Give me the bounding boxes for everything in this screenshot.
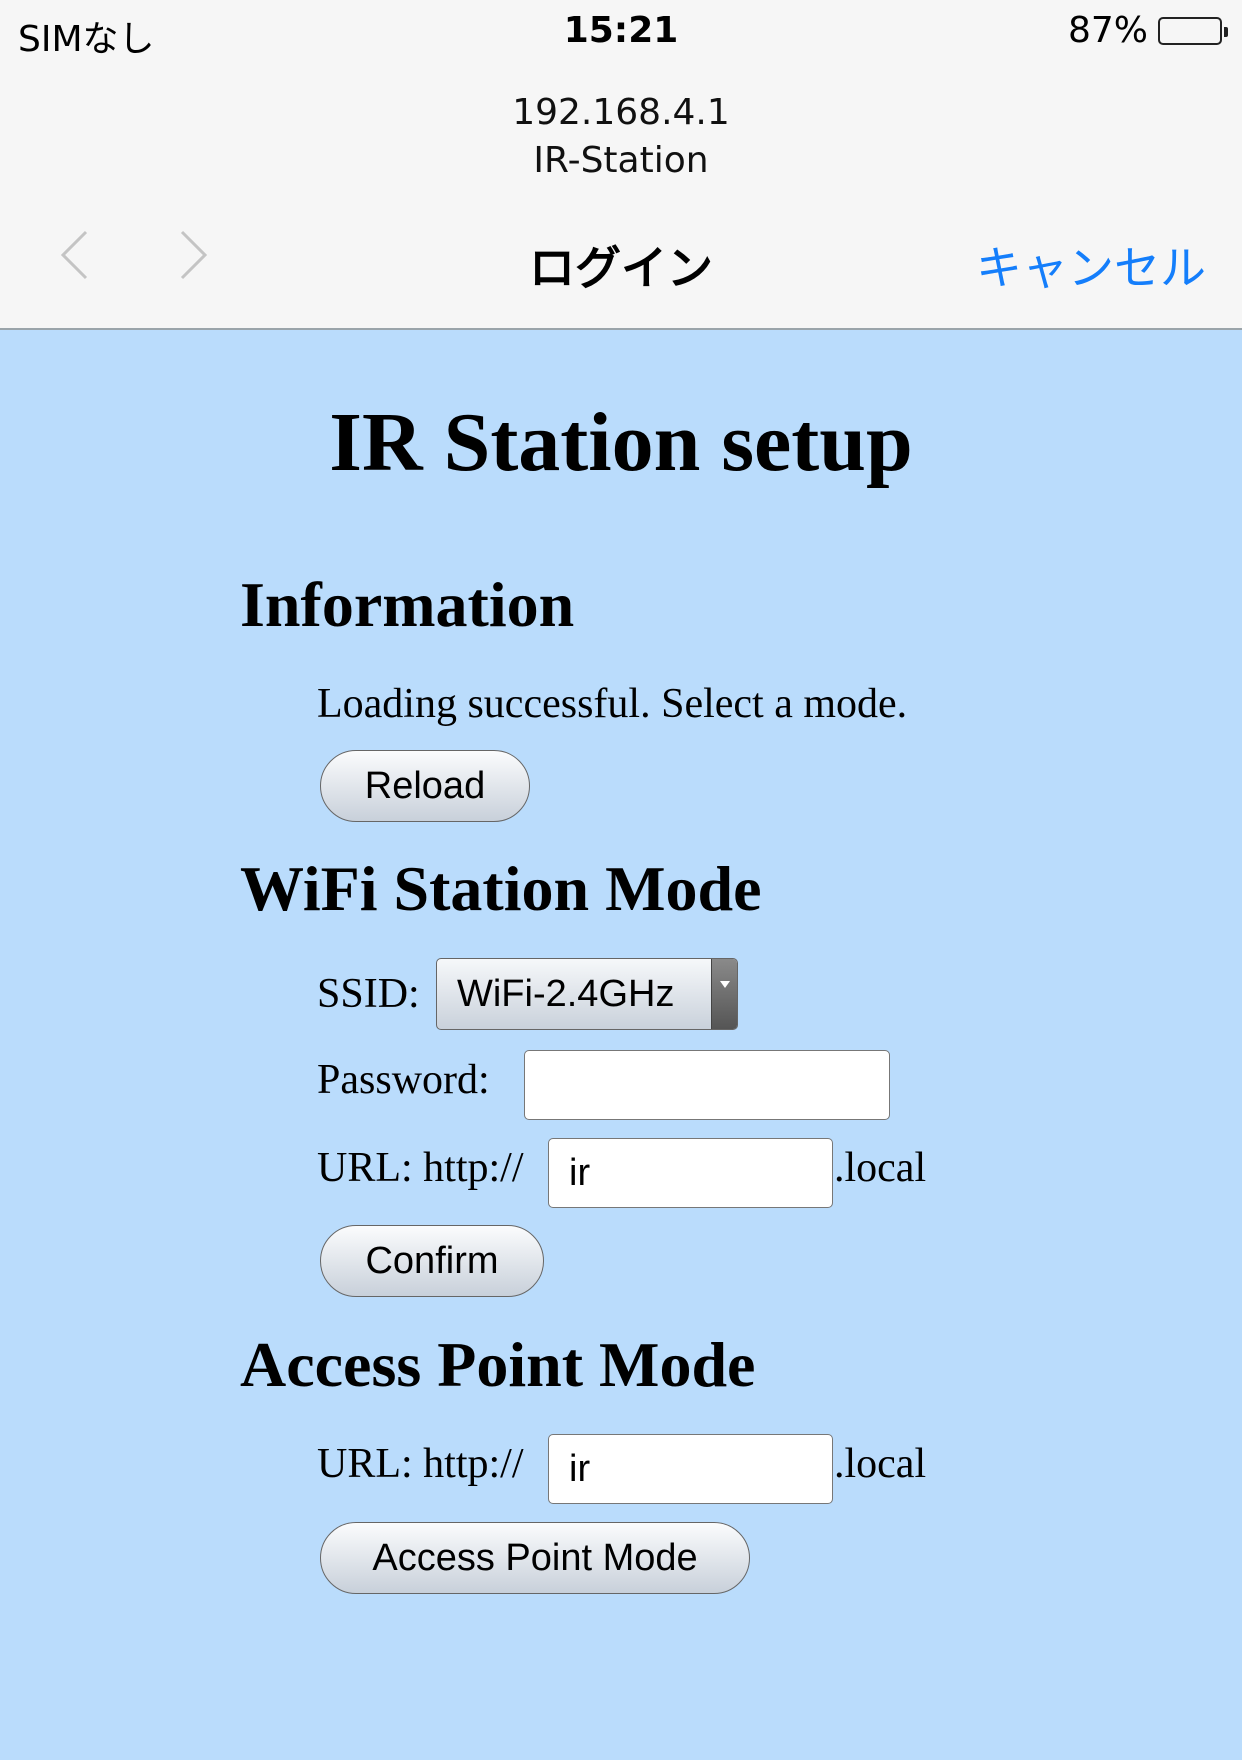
- station-url-prefix: URL: http://: [317, 1145, 524, 1191]
- ssid-selected-value: WiFi-2.4GHz: [457, 972, 675, 1015]
- reload-button[interactable]: Reload: [320, 750, 530, 822]
- password-input[interactable]: [524, 1050, 890, 1120]
- page-title: IR Station setup: [329, 396, 913, 489]
- ssid-label: SSID:: [317, 971, 420, 1017]
- password-label: Password:: [317, 1057, 490, 1103]
- cancel-button[interactable]: キャンセル: [976, 232, 1206, 298]
- information-heading: Information: [240, 569, 575, 640]
- access-point-heading: Access Point Mode: [240, 1329, 756, 1400]
- station-url-suffix: .local: [834, 1145, 927, 1191]
- battery-percent: 87%: [1067, 10, 1148, 51]
- battery-icon: [1158, 16, 1228, 45]
- confirm-button[interactable]: Confirm: [320, 1225, 544, 1297]
- wifi-station-heading: WiFi Station Mode: [240, 853, 762, 924]
- station-url-input[interactable]: ir: [548, 1138, 833, 1208]
- dropdown-arrow-icon: [711, 959, 737, 1029]
- browser-header: SIMなし 15:21 87% 192.168.4.1 IR-Station ロ…: [0, 0, 1242, 330]
- access-point-mode-button[interactable]: Access Point Mode: [320, 1522, 750, 1594]
- clock: 15:21: [563, 10, 679, 51]
- page-name: IR-Station: [533, 140, 709, 181]
- info-message: Loading successful. Select a mode.: [317, 681, 908, 727]
- battery-indicator: 87%: [1067, 10, 1228, 51]
- ap-url-suffix: .local: [834, 1441, 927, 1487]
- ssid-select[interactable]: WiFi-2.4GHz: [436, 958, 738, 1030]
- ap-url-input[interactable]: ir: [548, 1434, 833, 1504]
- ap-url-prefix: URL: http://: [317, 1441, 524, 1487]
- page-host: 192.168.4.1: [512, 92, 730, 133]
